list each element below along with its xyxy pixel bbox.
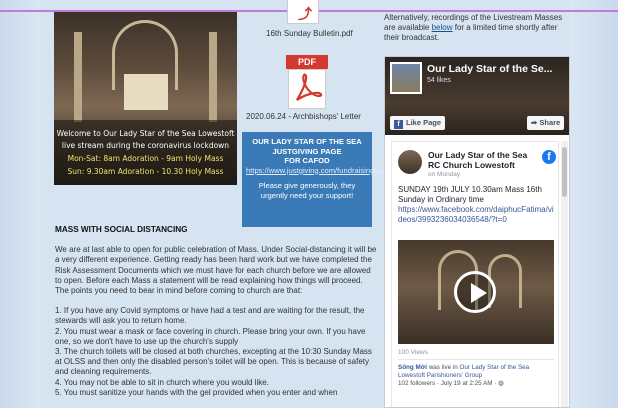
article-point: 5. You must sanitize your hands with the…: [55, 387, 338, 397]
article-point: 2. You must wear a mask or face covering…: [55, 326, 366, 346]
share-button[interactable]: ➦ Share: [527, 116, 565, 130]
like-page-button[interactable]: f Like Page: [390, 116, 446, 130]
right-margin: [570, 0, 618, 408]
church-altar: [124, 74, 168, 110]
photo-caption-line: Sun: 9.30am Adoration - 10.30 Holy Mass: [67, 167, 224, 176]
archbishops-letter-link[interactable]: 2020.06.24 - Archbishops' Letter: [246, 112, 361, 121]
article-point: 1. If you have any Covid symptoms or hav…: [55, 306, 365, 326]
justgiving-cause: FOR CAFOD: [284, 156, 330, 165]
church-pillar: [74, 32, 82, 122]
post-date[interactable]: on Monday: [428, 171, 460, 178]
globe-icon: ◍: [498, 380, 504, 387]
like-page-label: Like Page: [406, 118, 442, 127]
pdf-label: PDF: [286, 55, 328, 69]
livestream-church-photo[interactable]: Welcome to Our Lady Star of the Sea Lowe…: [54, 12, 237, 185]
shared-by[interactable]: Sống Mới: [398, 364, 427, 371]
video-views: 100 Views: [398, 349, 428, 356]
facebook-like-count: 54 likes: [427, 77, 451, 84]
post-author[interactable]: Our Lady Star of the Sea RC Church Lowes…: [428, 150, 538, 170]
scrollbar-thumb[interactable]: [562, 147, 567, 197]
shared-text: was live in: [426, 364, 460, 371]
justgiving-appeal: Please give generously, they urgently ne…: [258, 181, 356, 200]
livestream-intro: Alternatively, recordings of the Livestr…: [384, 13, 574, 42]
article-point: 4. You may not be able to sit in church …: [55, 377, 269, 387]
photo-caption-line: live stream during the coronavirus lockd…: [61, 141, 230, 150]
letter-pdf-icon[interactable]: PDF: [286, 55, 328, 109]
pdf-icon: ⤴: [298, 6, 312, 22]
shared-meta: 102 followers · July 19 at 2:25 AM ·: [398, 380, 499, 387]
photo-caption-line: Mon-Sat: 8am Adoration - 9am Holy Mass: [67, 154, 224, 163]
facebook-page-widget: Our Lady Star of the Se... 54 likes f Lik…: [384, 56, 570, 408]
church-pillar: [209, 32, 217, 122]
facebook-post: Our Lady Star of the Sea RC Church Lowes…: [391, 141, 559, 407]
facebook-page-name[interactable]: Our Lady Star of the Se...: [427, 63, 552, 75]
post-body: SUNDAY 19th JULY 10.30am Mass 16th Sunda…: [398, 185, 554, 225]
play-icon[interactable]: [454, 271, 496, 313]
mass-article: MASS WITH SOCIAL DISTANCING We are at la…: [55, 225, 377, 398]
justgiving-subtitle: JUSTGIVING PAGE: [272, 146, 342, 156]
below-link[interactable]: below: [432, 23, 453, 32]
page-avatar[interactable]: [390, 62, 422, 94]
bulletin-pdf-icon[interactable]: ⤴: [287, 0, 319, 24]
photo-caption-line: Welcome to Our Lady Star of the Sea Lowe…: [56, 129, 235, 138]
facebook-logo-icon: f: [394, 120, 403, 129]
justgiving-title: OUR LADY STAR OF THE SEA: [252, 137, 362, 146]
post-text: SUNDAY 19th JULY 10.30am Mass 16th Sunda…: [398, 185, 542, 204]
acrobat-icon: [296, 73, 323, 101]
widget-scrollbar[interactable]: [561, 141, 568, 407]
article-heading: MASS WITH SOCIAL DISTANCING: [55, 225, 188, 234]
post-author-avatar[interactable]: [398, 150, 422, 174]
article-paragraph: We are at last able to open for public c…: [55, 245, 377, 296]
shared-from: Sống Mới was live in Our Lady Star of th…: [398, 364, 554, 388]
share-label: Share: [539, 118, 561, 127]
bulletin-pdf-link[interactable]: 16th Sunday Bulletin.pdf: [266, 29, 353, 38]
article-point: 3. The church toilets will be closed at …: [55, 347, 372, 377]
facebook-logo-icon[interactable]: f: [542, 150, 556, 164]
divider: [398, 359, 554, 360]
pdf-page: [288, 69, 326, 109]
justgiving-link[interactable]: https://www.justgiving.com/fundraising/g…: [246, 166, 408, 176]
post-video-link[interactable]: https://www.facebook.com/daiphucFatima/v…: [398, 205, 554, 224]
justgiving-box: OUR LADY STAR OF THE SEA JUSTGIVING PAGE…: [242, 132, 408, 227]
post-video[interactable]: [398, 240, 554, 344]
facebook-cover: Our Lady Star of the Se... 54 likes f Lik…: [385, 57, 569, 135]
left-margin: [0, 0, 40, 408]
